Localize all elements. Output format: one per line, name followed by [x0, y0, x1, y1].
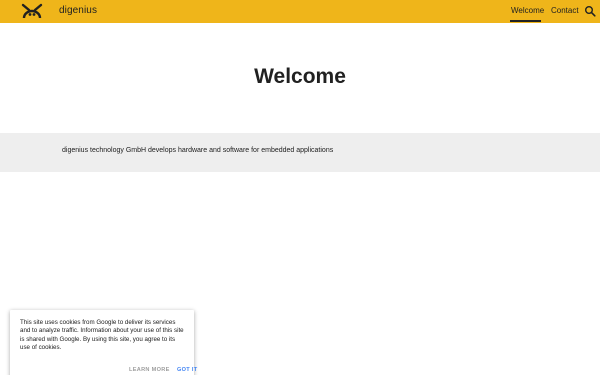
active-nav-indicator — [510, 20, 541, 22]
top-app-bar: digenius Welcome Contact — [0, 0, 600, 23]
page: digenius Welcome Contact Welcome digeniu… — [0, 0, 600, 375]
hero-section: Welcome — [0, 23, 600, 133]
cookie-notice: This site uses cookies from Google to de… — [10, 310, 197, 375]
tagline-text: digenius technology GmbH develops hardwa… — [62, 147, 334, 154]
nav-item-contact[interactable]: Contact — [551, 6, 579, 15]
learn-more-button[interactable]: LEARN MORE — [129, 367, 170, 373]
tagline-band: digenius technology GmbH develops hardwa… — [0, 133, 600, 172]
got-it-button[interactable]: GOT IT — [177, 367, 197, 373]
cookie-notice-text: This site uses cookies from Google to de… — [20, 319, 184, 352]
site-name[interactable]: digenius — [59, 5, 97, 16]
nav-item-welcome[interactable]: Welcome — [511, 6, 544, 15]
page-title: Welcome — [254, 65, 346, 88]
search-icon[interactable] — [584, 5, 596, 17]
digenius-logo-icon[interactable] — [19, 2, 45, 20]
